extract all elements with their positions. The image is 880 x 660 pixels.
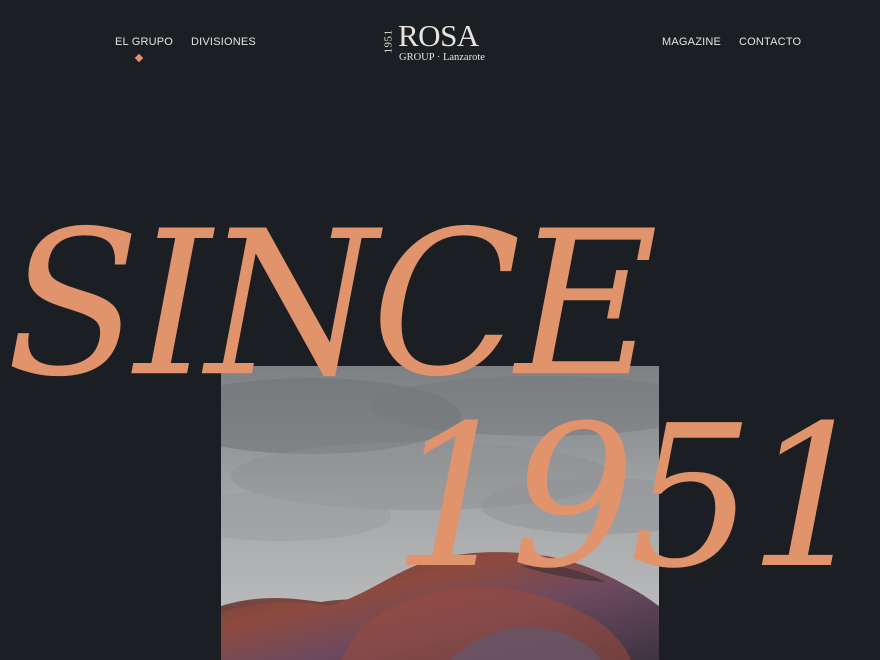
nav-link-el-grupo[interactable]: EL GRUPO: [115, 36, 173, 48]
logo-subtitle: GROUP · Lanzarote: [399, 52, 485, 63]
logo[interactable]: 1951 ROSA GROUP · Lanzarote: [383, 18, 499, 68]
nav-link-magazine[interactable]: MAGAZINE: [662, 36, 721, 48]
page: EL GRUPO DIVISIONES 1951 ROSA GROUP · La…: [0, 0, 880, 660]
logo-name: ROSA: [398, 18, 479, 53]
nav-link-divisiones[interactable]: DIVISIONES: [191, 36, 256, 48]
hero-headline-year: 1951: [392, 384, 873, 612]
active-indicator-icon: [134, 53, 144, 63]
nav-link-contacto[interactable]: CONTACTO: [739, 36, 801, 48]
logo-year: 1951: [382, 29, 395, 54]
hero-headline-since: SINCE: [6, 188, 658, 422]
